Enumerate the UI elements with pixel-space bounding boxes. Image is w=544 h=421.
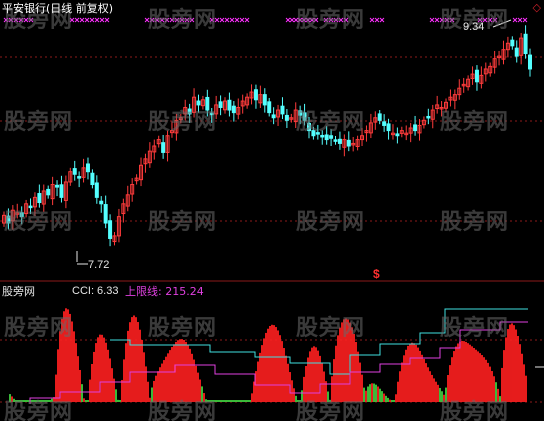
candle-body [311, 130, 316, 137]
candle-body [72, 168, 77, 175]
candle-body [46, 188, 51, 196]
candle-body [262, 94, 267, 106]
candle-body [426, 115, 431, 119]
candle-body [103, 204, 108, 224]
candle-body [528, 54, 532, 70]
candle-body [59, 184, 64, 198]
candle-body [28, 205, 33, 209]
candle-body [161, 142, 166, 153]
candle-body [386, 123, 391, 132]
candle-body [19, 212, 24, 218]
candle-body [324, 134, 329, 141]
candle-body [267, 101, 272, 114]
indicator-name: 股旁网 [2, 285, 35, 298]
candle-body [99, 200, 104, 205]
cci-value-label: CCI: 6.33 [72, 285, 119, 297]
candle-body [514, 47, 519, 57]
candle-body [329, 135, 334, 139]
candle-body [315, 132, 320, 135]
candle-body [333, 139, 338, 142]
signal-marker: $ [373, 267, 380, 281]
candle-body [218, 101, 223, 108]
candle-body [231, 105, 236, 114]
candle-body [510, 39, 515, 47]
candle-body [298, 110, 303, 116]
candle-body [205, 96, 210, 111]
candle-body [377, 113, 382, 121]
diamond-icon[interactable]: ◇ [533, 2, 541, 15]
candle-body [6, 215, 11, 224]
candle-body [77, 176, 82, 179]
candle-body [280, 105, 285, 115]
candle-body [302, 112, 307, 121]
candle-body [284, 114, 289, 121]
high-price-label: 9.34 [463, 21, 485, 33]
candle-body [271, 114, 276, 119]
candle-body [94, 182, 99, 198]
candle-body [395, 133, 400, 137]
upper-band-label: 上限线: 215.24 [125, 285, 204, 298]
candle-body [346, 139, 351, 147]
candle-body [413, 124, 418, 132]
candle-body [108, 220, 113, 239]
candle-body [187, 108, 192, 115]
candle-body [209, 112, 214, 116]
candle-body [337, 138, 342, 144]
candle-body [474, 69, 479, 83]
candle-body [90, 172, 95, 186]
candle-body [306, 122, 311, 132]
candle-body [196, 100, 201, 106]
chart-canvas [0, 17, 544, 404]
candle-body [227, 99, 232, 111]
chart-title: 平安银行(日线 前复权) [2, 2, 114, 15]
chart-window: 股旁网 股旁网 股旁网 股旁网 股旁网 股旁网 股旁网 股旁网 股旁网 股旁网 … [0, 0, 544, 421]
candle-body [320, 134, 325, 138]
low-price-label: 7.72 [88, 259, 110, 271]
candle-body [382, 121, 387, 126]
candle-body [55, 184, 60, 188]
candle-body [253, 89, 258, 101]
candle-body [37, 193, 42, 204]
candle-body [85, 163, 90, 173]
candle-body [523, 33, 528, 55]
